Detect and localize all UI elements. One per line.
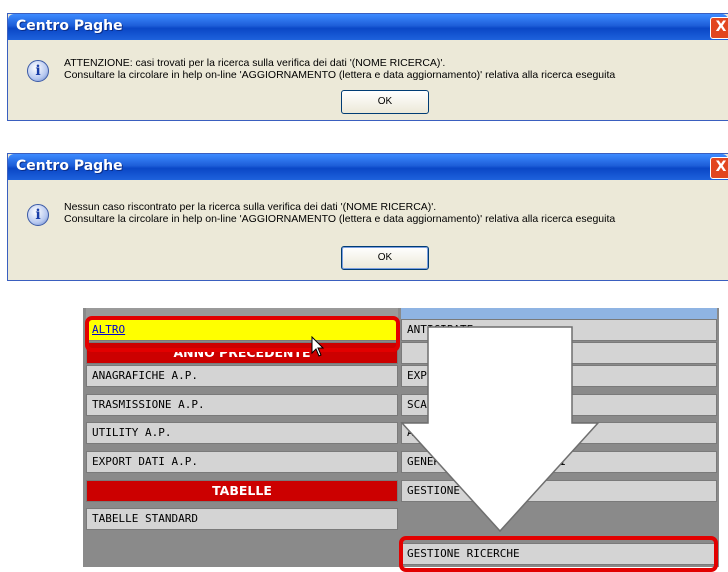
menu-item-utility-ap[interactable]: UTILITY A.P.: [86, 422, 398, 444]
down-arrow-icon: [400, 326, 600, 533]
menu-item-tabelle-standard[interactable]: TABELLE STANDARD: [86, 508, 398, 530]
menu-item-anagrafiche-ap[interactable]: ANAGRAFICHE A.P.: [86, 365, 398, 387]
close-button[interactable]: X: [710, 157, 728, 179]
mouse-cursor-icon: [311, 336, 325, 357]
message-line-2: Consultare la circolare in help on-line …: [64, 213, 616, 225]
dialog-titlebar[interactable]: Centro Paghe X: [8, 154, 728, 180]
dialog-cases-found: Centro Paghe X i ATTENZIONE: casi trovat…: [7, 13, 728, 121]
info-icon: i: [27, 60, 49, 82]
dialog-title: Centro Paghe: [16, 18, 123, 34]
ok-button[interactable]: OK: [341, 90, 429, 114]
message-line-1: ATTENZIONE: casi trovati per la ricerca …: [64, 57, 446, 69]
dialog-title: Centro Paghe: [16, 158, 123, 174]
close-button[interactable]: X: [710, 17, 728, 39]
message-line-2: Consultare la circolare in help on-line …: [64, 69, 616, 81]
message-line-1: Nessun caso riscontrato per la ricerca s…: [64, 201, 437, 213]
dialog-titlebar[interactable]: Centro Paghe X: [8, 14, 728, 40]
highlight-frame-altro: [85, 316, 400, 352]
section-header-tabelle: TABELLE: [86, 480, 398, 502]
dialog-message: Nessun caso riscontrato per la ricerca s…: [64, 201, 615, 225]
dialog-no-cases: Centro Paghe X i Nessun caso riscontrato…: [7, 153, 728, 281]
info-icon: i: [27, 204, 49, 226]
grid-top-strip-blue: [401, 308, 717, 319]
menu-item-trasmissione-ap[interactable]: TRASMISSIONE A.P.: [86, 394, 398, 416]
ok-button[interactable]: OK: [341, 246, 429, 270]
menu-item-export-dati-ap[interactable]: EXPORT DATI A.P.: [86, 451, 398, 473]
dialog-message: ATTENZIONE: casi trovati per la ricerca …: [64, 57, 615, 81]
